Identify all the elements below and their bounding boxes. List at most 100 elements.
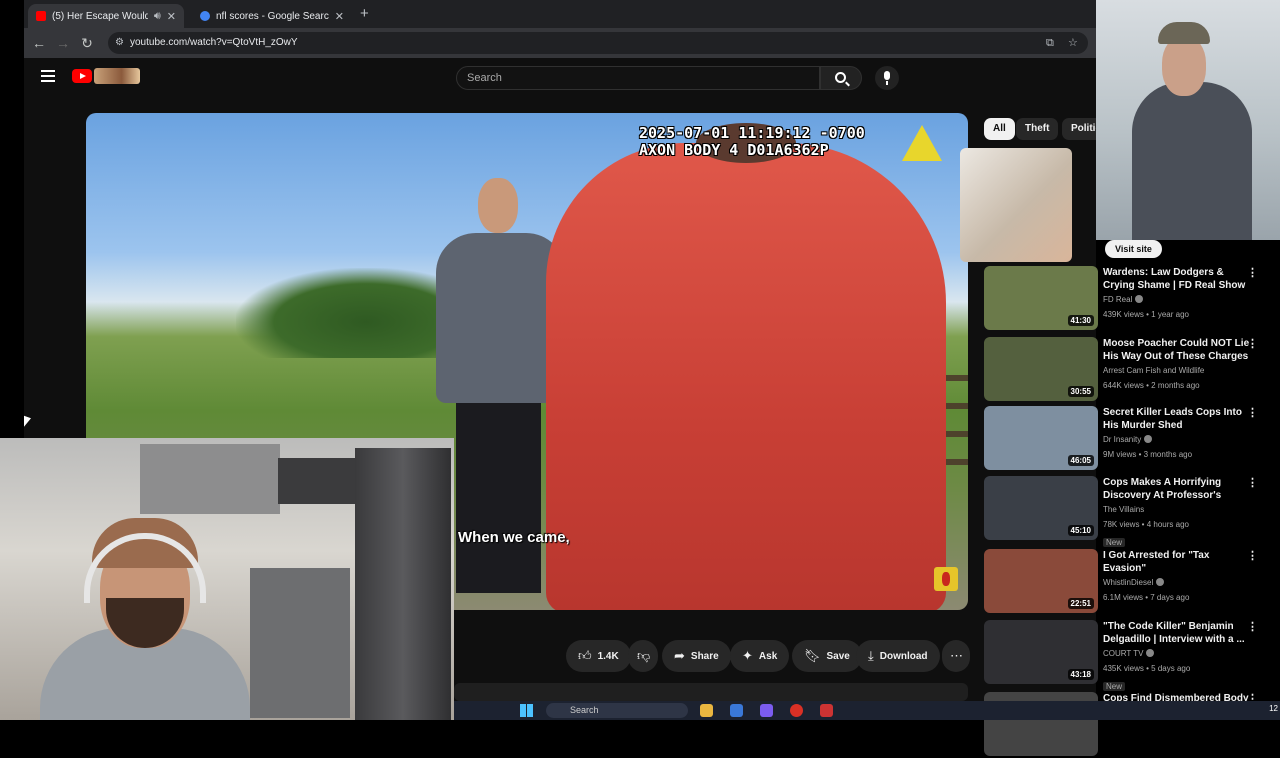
share-button[interactable]: ➦ Share	[662, 640, 731, 672]
tab-title: (5) Her Escape Would Have	[52, 10, 148, 22]
video-title[interactable]: Moose Poacher Could NOT Lie His Way Out …	[1103, 337, 1253, 363]
close-tab-icon[interactable]: ✕	[335, 10, 344, 23]
recommendation-item[interactable]: 30:55 Moose Poacher Could NOT Lie His Way…	[984, 337, 1264, 403]
ask-button[interactable]: ✦ Ask	[730, 640, 790, 672]
store-icon[interactable]	[730, 704, 743, 717]
search-input[interactable]: Search	[456, 66, 820, 90]
video-duration: 45:10	[1067, 525, 1094, 536]
video-thumbnail[interactable]: 22:51	[984, 549, 1098, 613]
channel-watermark-icon	[934, 567, 958, 591]
recommendation-item[interactable]: 41:30 Wardens: Law Dodgers & Crying Shame…	[984, 266, 1264, 332]
more-options-icon[interactable]: ⋮	[1247, 337, 1258, 350]
video-thumbnail[interactable]: 30:55	[984, 337, 1098, 401]
visit-site-button[interactable]: Visit site	[1105, 240, 1162, 258]
reload-icon[interactable]: ↻	[78, 34, 96, 52]
forward-icon[interactable]: →	[54, 34, 72, 52]
clock: 12	[1269, 704, 1278, 713]
new-tab-button[interactable]: +	[360, 5, 369, 22]
new-badge: New	[1103, 682, 1126, 691]
search-icon	[835, 72, 846, 83]
video-thumbnail[interactable]: 43:18	[984, 620, 1098, 684]
more-actions-button[interactable]: ⋯	[942, 640, 970, 672]
like-button[interactable]: 👍︎ 1.4K	[566, 640, 631, 672]
windows-taskbar: Search 12	[454, 701, 1280, 720]
more-options-icon[interactable]: ⋮	[1247, 549, 1258, 562]
prisoner-figure	[546, 123, 946, 610]
like-count: 1.4K	[597, 650, 619, 662]
share-label: Share	[690, 650, 719, 662]
video-duration: 22:51	[1067, 598, 1094, 609]
site-info-icon[interactable]: ⚙	[115, 32, 124, 54]
menu-icon[interactable]	[41, 70, 55, 82]
back-icon[interactable]: ←	[30, 34, 48, 52]
tab-youtube-video[interactable]: (5) Her Escape Would Have 🔊︎ ✕	[28, 4, 184, 28]
video-duration: 41:30	[1067, 315, 1094, 326]
video-title[interactable]: Wardens: Law Dodgers & Crying Shame | FD…	[1103, 266, 1253, 292]
youtube-logo[interactable]	[72, 69, 92, 83]
address-bar[interactable]: ⚙ youtube.com/watch?v=QtoVtH_zOwY ⧉ ☆	[108, 32, 1088, 54]
video-thumbnail[interactable]: 45:10	[984, 476, 1098, 540]
description-box[interactable]	[454, 683, 968, 701]
speaker-icon[interactable]: 🔊︎	[154, 10, 161, 23]
verified-icon	[1135, 295, 1144, 303]
save-button[interactable]: 🔖︎ Save	[792, 640, 862, 672]
dislike-button[interactable]: 👎︎	[628, 640, 658, 672]
browser-toolbar: ← → ↻ ⚙ youtube.com/watch?v=QtoVtH_zOwY …	[24, 28, 1096, 58]
youtube-header: Search	[24, 58, 1096, 98]
recommendation-item[interactable]: 45:10 Cops Makes A Horrifying Discovery A…	[984, 476, 1264, 547]
chip-all[interactable]: All	[984, 118, 1015, 140]
youtube-favicon-icon	[36, 11, 46, 21]
channel-name[interactable]: FD Real	[1103, 295, 1132, 304]
video-title[interactable]: Cops Makes A Horrifying Discovery At Pro…	[1103, 476, 1253, 502]
download-button[interactable]: ⤓ Download	[856, 640, 940, 672]
taskbar-search[interactable]: Search	[546, 703, 688, 718]
url-text: youtube.com/watch?v=QtoVtH_zOwY	[130, 37, 298, 48]
recommendation-item[interactable]: 22:51 I Got Arrested for "Tax Evasion" Whi…	[984, 549, 1264, 615]
video-title[interactable]: I Got Arrested for "Tax Evasion"	[1103, 549, 1253, 575]
bookmark-star-icon[interactable]: ☆	[1068, 32, 1078, 54]
more-options-icon[interactable]: ⋮	[1247, 406, 1258, 419]
app-icon[interactable]	[820, 704, 833, 717]
bookmark-icon: 🔖︎	[804, 648, 821, 663]
recommendation-item[interactable]: 46:05 Secret Killer Leads Cops Into His M…	[984, 406, 1264, 472]
tab-google-search[interactable]: nfl scores - Google Search ✕	[192, 4, 352, 28]
voice-search-icon[interactable]	[875, 66, 899, 90]
tab-strip: (5) Her Escape Would Have 🔊︎ ✕ nfl score…	[24, 0, 1096, 28]
channel-name[interactable]: The Villains	[1103, 505, 1144, 514]
channel-name[interactable]: COURT TV	[1103, 649, 1143, 658]
channel-name[interactable]: WhistlinDiesel	[1103, 578, 1153, 587]
chrome-icon[interactable]	[790, 704, 803, 717]
more-options-icon[interactable]: ⋮	[1247, 620, 1258, 633]
channel-name[interactable]: Dr Insanity	[1103, 435, 1141, 444]
bodycam-timestamp: 2025-07-01 11:19:12 -0700 AXON BODY 4 D0…	[639, 125, 865, 159]
sparkle-icon: ✦	[742, 648, 753, 663]
webcam-overlay-right	[1096, 0, 1280, 240]
windows-start-icon[interactable]	[520, 704, 533, 717]
search-button[interactable]	[820, 66, 862, 90]
video-title[interactable]: Secret Killer Leads Cops Into His Murder…	[1103, 406, 1253, 432]
close-tab-icon[interactable]: ✕	[167, 10, 176, 23]
more-options-icon[interactable]: ⋮	[1247, 266, 1258, 279]
ad-thumbnail[interactable]	[960, 148, 1072, 262]
discord-icon[interactable]	[760, 704, 773, 717]
more-icon: ⋯	[950, 648, 963, 663]
verified-icon	[1156, 578, 1165, 586]
video-thumbnail[interactable]: 41:30	[984, 266, 1098, 330]
new-badge: New	[1103, 538, 1126, 547]
tab-title: nfl scores - Google Search	[216, 10, 329, 22]
video-caption: When we came,	[458, 529, 570, 546]
axon-logo-icon	[902, 125, 942, 161]
recommendation-item[interactable]: 43:18 "The Code Killer" Benjamin Delgadil…	[984, 620, 1264, 691]
video-thumbnail[interactable]: 46:05	[984, 406, 1098, 470]
more-options-icon[interactable]: ⋮	[1247, 476, 1258, 489]
chip-theft[interactable]: Theft	[1016, 118, 1059, 140]
channel-name[interactable]: Arrest Cam Fish and Wildlife	[1103, 366, 1204, 375]
google-favicon-icon	[200, 11, 210, 21]
mouse-cursor	[24, 415, 31, 430]
install-app-icon[interactable]: ⧉	[1046, 32, 1054, 54]
file-explorer-icon[interactable]	[700, 704, 713, 717]
youtube-doodle[interactable]	[94, 68, 140, 84]
ask-label: Ask	[758, 650, 778, 662]
download-label: Download	[879, 650, 928, 662]
video-title[interactable]: "The Code Killer" Benjamin Delgadillo | …	[1103, 620, 1253, 646]
